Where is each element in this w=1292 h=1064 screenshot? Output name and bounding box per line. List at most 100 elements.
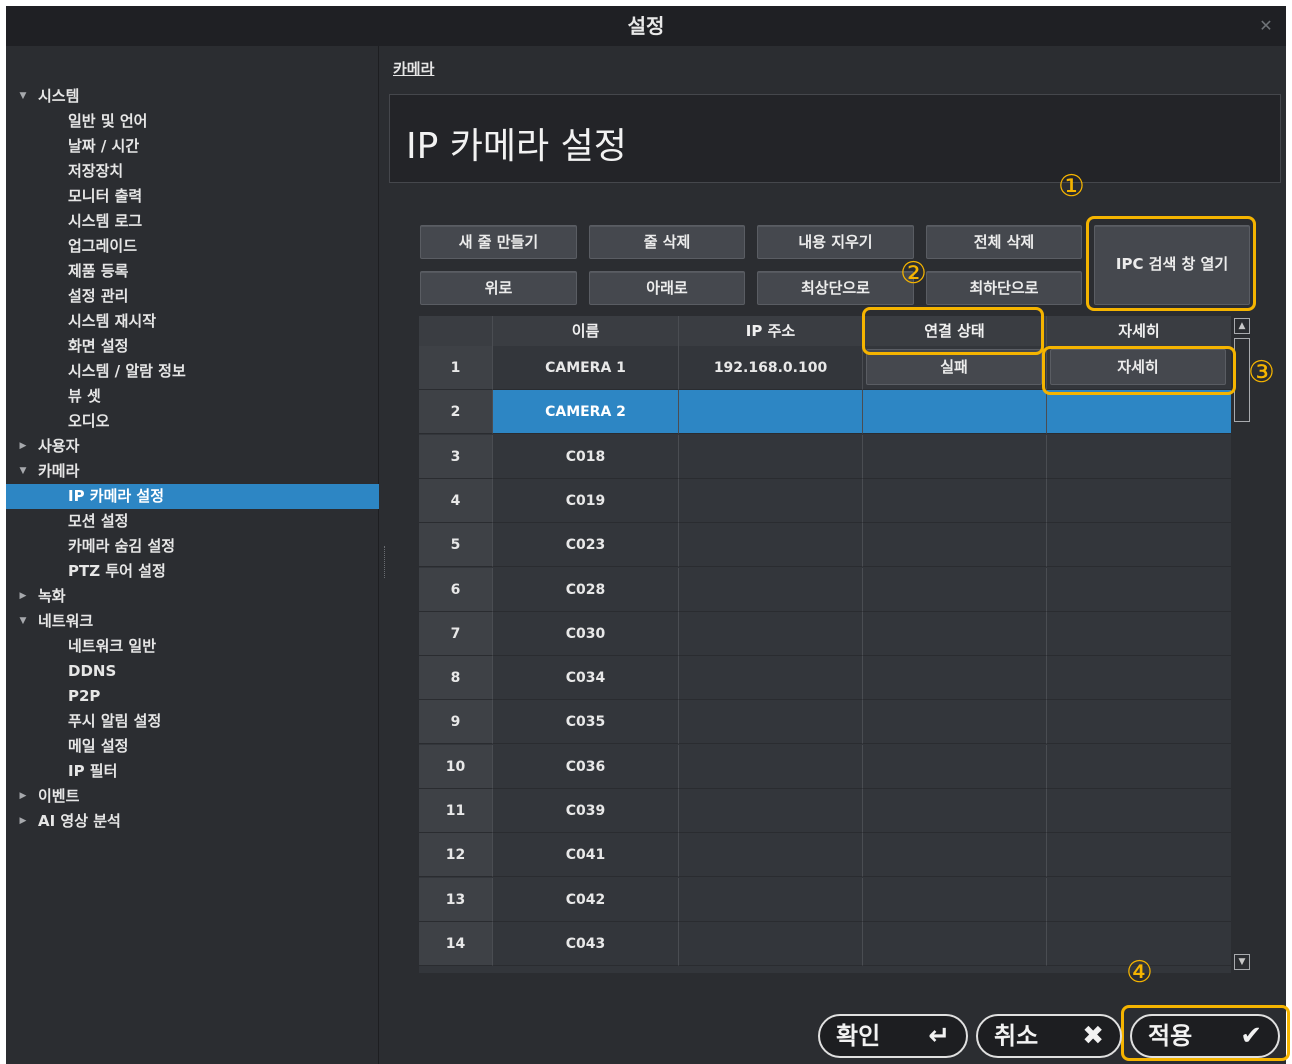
sidebar-item[interactable]: 뷰 셋 [6, 384, 379, 409]
breadcrumb[interactable]: 카메라 [393, 58, 434, 79]
sidebar-item-label: 사용자 [38, 437, 80, 455]
table-row[interactable]: 4 C019 [419, 478, 1231, 523]
sidebar-item[interactable]: ▼ 네트워크 [6, 609, 379, 634]
delete-all-button[interactable]: 전체 삭제 [926, 225, 1082, 259]
sidebar-item-label: P2P [68, 687, 101, 705]
sidebar-item[interactable]: 설정 관리 [6, 284, 379, 309]
table-cell-ip [679, 789, 863, 833]
sidebar-item[interactable]: 메일 설정 [6, 734, 379, 759]
table-cell-status [863, 390, 1047, 435]
sidebar-item[interactable]: 네트워크 일반 [6, 634, 379, 659]
ok-label: 확인 [836, 1022, 881, 1050]
sidebar-item[interactable]: ▶ 녹화 [6, 584, 379, 609]
sidebar-item[interactable]: 모니터 출력 [6, 184, 379, 209]
sidebar-item[interactable]: 카메라 숨김 설정 [6, 534, 379, 559]
caret-down-icon[interactable]: ▼ [16, 84, 30, 109]
sidebar-item-label: 이벤트 [38, 787, 80, 805]
sidebar-item[interactable]: 푸시 알림 설정 [6, 709, 379, 734]
header-detail: 자세히 [1118, 322, 1160, 340]
table-cell-status [863, 877, 1047, 922]
annotation-1: ① [1058, 169, 1085, 204]
move-to-bottom-button[interactable]: 최하단으로 [926, 271, 1082, 305]
splitter-handle[interactable] [384, 546, 388, 578]
sidebar-item[interactable]: IP 필터 [6, 759, 379, 784]
table-scrollbar[interactable]: ▲ ▼ [1234, 318, 1252, 973]
table-cell-ip [679, 656, 863, 701]
sidebar-item[interactable]: 업그레이드 [6, 234, 379, 259]
sidebar-item[interactable]: ▶ 이벤트 [6, 784, 379, 809]
sidebar-item[interactable]: 제품 등록 [6, 259, 379, 284]
scroll-up-icon[interactable]: ▲ [1234, 318, 1250, 334]
table-cell-name: C042 [493, 877, 679, 922]
sidebar-item[interactable]: 시스템 로그 [6, 209, 379, 234]
table-row[interactable]: 7 C030 [419, 611, 1231, 656]
table-row[interactable]: 13 C042 [419, 877, 1231, 922]
sidebar-item[interactable]: P2P [6, 684, 379, 709]
table-cell-status [863, 567, 1047, 612]
table-row[interactable]: 11 C039 [419, 789, 1231, 833]
table-row[interactable]: 6 C028 [419, 567, 1231, 612]
caret-down-icon[interactable]: ▼ [16, 609, 30, 634]
apply-label: 적용 [1148, 1022, 1193, 1050]
move-up-button[interactable]: 위로 [420, 271, 577, 305]
sidebar-item[interactable]: PTZ 투어 설정 [6, 559, 379, 584]
window-title: 설정 [627, 14, 665, 38]
sidebar-item[interactable]: 모션 설정 [6, 509, 379, 534]
sidebar-item-label: 설정 관리 [68, 287, 129, 305]
sidebar-item[interactable]: 화면 설정 [6, 334, 379, 359]
table-cell-status [863, 611, 1047, 656]
table-cell-ip [679, 434, 863, 479]
table-cell-name: C036 [493, 744, 679, 789]
table-row[interactable]: 10 C036 [419, 744, 1231, 789]
new-row-button[interactable]: 새 줄 만들기 [420, 225, 577, 259]
sidebar-item[interactable]: 일반 및 언어 [6, 109, 379, 134]
table-cell-status [863, 700, 1047, 745]
caret-right-icon[interactable]: ▶ [16, 434, 30, 459]
caret-right-icon[interactable]: ▶ [16, 584, 30, 609]
sidebar-item-label: IP 필터 [68, 762, 118, 780]
sidebar-item[interactable]: 시스템 재시작 [6, 309, 379, 334]
ipc-search-button[interactable]: IPC 검색 창 열기 [1094, 225, 1250, 305]
table-cell-name: C023 [493, 523, 679, 568]
table-row[interactable]: 5 C023 [419, 523, 1231, 568]
sidebar-item-label: 저장장치 [68, 162, 124, 180]
scroll-down-icon[interactable]: ▼ [1234, 954, 1250, 970]
cancel-button[interactable]: 취소 ✖ [976, 1014, 1122, 1058]
table-row[interactable]: 14 C043 [419, 921, 1231, 966]
sidebar-item[interactable]: 저장장치 [6, 159, 379, 184]
close-icon[interactable]: ✕ [1256, 6, 1276, 46]
move-down-button[interactable]: 아래로 [589, 271, 745, 305]
delete-row-button[interactable]: 줄 삭제 [589, 225, 745, 259]
table-cell-detail [1047, 479, 1231, 523]
caret-right-icon[interactable]: ▶ [16, 809, 30, 834]
table-cell-idx: 6 [419, 567, 493, 612]
table-row[interactable]: 9 C035 [419, 700, 1231, 745]
move-to-top-button[interactable]: 최상단으로 [757, 271, 914, 305]
caret-right-icon[interactable]: ▶ [16, 784, 30, 809]
table-row[interactable]: 3 C018 [419, 434, 1231, 479]
table-cell-detail [1047, 878, 1231, 922]
table-row[interactable]: 8 C034 [419, 656, 1231, 701]
sidebar-item[interactable]: 시스템 / 알람 정보 [6, 359, 379, 384]
caret-down-icon[interactable]: ▼ [16, 459, 30, 484]
table-cell-detail [1047, 390, 1231, 435]
table-row[interactable]: 2 CAMERA 2 [419, 390, 1231, 435]
sidebar-item[interactable]: ▶ 사용자 [6, 434, 379, 459]
connection-status-button[interactable]: 실패 [866, 349, 1042, 385]
table-row[interactable]: 1 CAMERA 1 192.168.0.100 실패 자세히 [419, 346, 1231, 390]
sidebar-item[interactable]: 오디오 [6, 409, 379, 434]
table-cell-detail [1047, 656, 1231, 701]
detail-button[interactable]: 자세히 [1050, 349, 1226, 385]
window-titlebar: 설정 ✕ [6, 6, 1286, 46]
sidebar-item-label: DDNS [68, 662, 117, 680]
sidebar-item[interactable]: ▼ 시스템 [6, 84, 379, 109]
clear-content-button[interactable]: 내용 지우기 [757, 225, 914, 259]
sidebar-item[interactable]: 날짜 / 시간 [6, 134, 379, 159]
sidebar-item[interactable]: ▼ 카메라 [6, 459, 379, 484]
sidebar-item[interactable]: ▶ AI 영상 분석 [6, 809, 379, 834]
sidebar-item[interactable]: DDNS [6, 659, 379, 684]
ok-button[interactable]: 확인 ↵ [818, 1014, 968, 1058]
table-row[interactable]: 12 C041 [419, 833, 1231, 878]
sidebar-item[interactable]: IP 카메라 설정 [6, 484, 379, 509]
apply-button[interactable]: 적용 ✔ [1130, 1014, 1280, 1058]
